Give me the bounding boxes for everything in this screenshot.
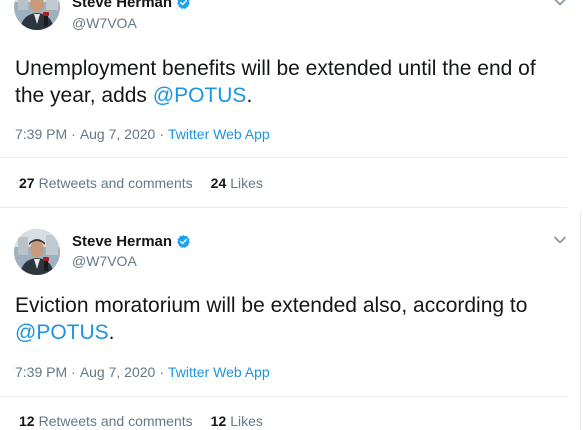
tweet-text-end: . — [246, 84, 253, 107]
retweets-count: 27 — [19, 175, 35, 191]
verified-badge-icon — [176, 0, 191, 10]
author-name-row[interactable]: Steve Herman — [72, 0, 191, 11]
divider — [0, 157, 567, 158]
retweets-stat[interactable]: 27 Retweets and comments — [19, 175, 193, 191]
meta-separator: · — [159, 126, 164, 142]
tweet-text: Eviction moratorium will be extended als… — [15, 292, 565, 346]
tweet-timestamp-row: 7:39 PM · Aug 7, 2020 · Twitter Web App — [15, 364, 270, 380]
likes-stat[interactable]: 24 Likes — [211, 175, 263, 191]
likes-count: 12 — [210, 413, 227, 429]
tweet-source-link[interactable]: Twitter Web App — [168, 126, 270, 142]
tweet[interactable]: Steve Herman @W7VOA Eviction moratorium … — [0, 208, 583, 430]
avatar[interactable] — [14, 229, 60, 275]
likes-count: 24 — [210, 175, 227, 191]
tweet-text-body: Eviction moratorium will be extended als… — [15, 294, 528, 317]
tweet-source-link[interactable]: Twitter Web App — [168, 364, 270, 380]
retweets-label: Retweets and comments — [38, 175, 193, 191]
tweet-date[interactable]: Aug 7, 2020 — [80, 126, 156, 142]
mention-link[interactable]: @POTUS — [15, 321, 109, 344]
author-handle[interactable]: @W7VOA — [72, 253, 137, 269]
tweet-text-body: Unemployment benefits will be extended u… — [15, 57, 536, 107]
author-name-row[interactable]: Steve Herman — [72, 233, 191, 250]
likes-label: Likes — [230, 175, 263, 191]
tweet-date[interactable]: Aug 7, 2020 — [80, 364, 156, 380]
tweet-time[interactable]: 7:39 PM — [15, 364, 67, 380]
verified-badge-icon — [176, 234, 191, 249]
chevron-down-icon[interactable] — [552, 232, 568, 248]
chevron-down-icon[interactable] — [552, 0, 568, 10]
tweet[interactable]: Steve Herman @W7VOA Unemployment benefit… — [0, 0, 583, 208]
panel-border — [580, 212, 581, 430]
tweet-text: Unemployment benefits will be extended u… — [15, 55, 565, 109]
likes-stat[interactable]: 12 Likes — [211, 413, 263, 429]
tweet-time[interactable]: 7:39 PM — [15, 126, 67, 142]
meta-separator: · — [71, 364, 76, 380]
tweet-text-end: . — [108, 321, 115, 344]
author-handle[interactable]: @W7VOA — [72, 15, 137, 31]
tweet-timestamp-row: 7:39 PM · Aug 7, 2020 · Twitter Web App — [15, 126, 270, 142]
author-name[interactable]: Steve Herman — [72, 233, 172, 250]
meta-separator: · — [71, 126, 76, 142]
likes-label: Likes — [230, 413, 263, 429]
meta-separator: · — [159, 364, 164, 380]
retweets-count: 12 — [19, 413, 35, 429]
divider — [0, 396, 567, 397]
retweets-label: Retweets and comments — [38, 413, 193, 429]
retweets-stat[interactable]: 12 Retweets and comments — [19, 413, 193, 429]
author-name[interactable]: Steve Herman — [72, 0, 172, 11]
mention-link[interactable]: @POTUS — [153, 84, 247, 107]
avatar[interactable] — [14, 0, 60, 30]
tweet-stats: 12 Retweets and comments 12 Likes — [19, 413, 263, 429]
tweet-stats: 27 Retweets and comments 24 Likes — [19, 175, 263, 191]
